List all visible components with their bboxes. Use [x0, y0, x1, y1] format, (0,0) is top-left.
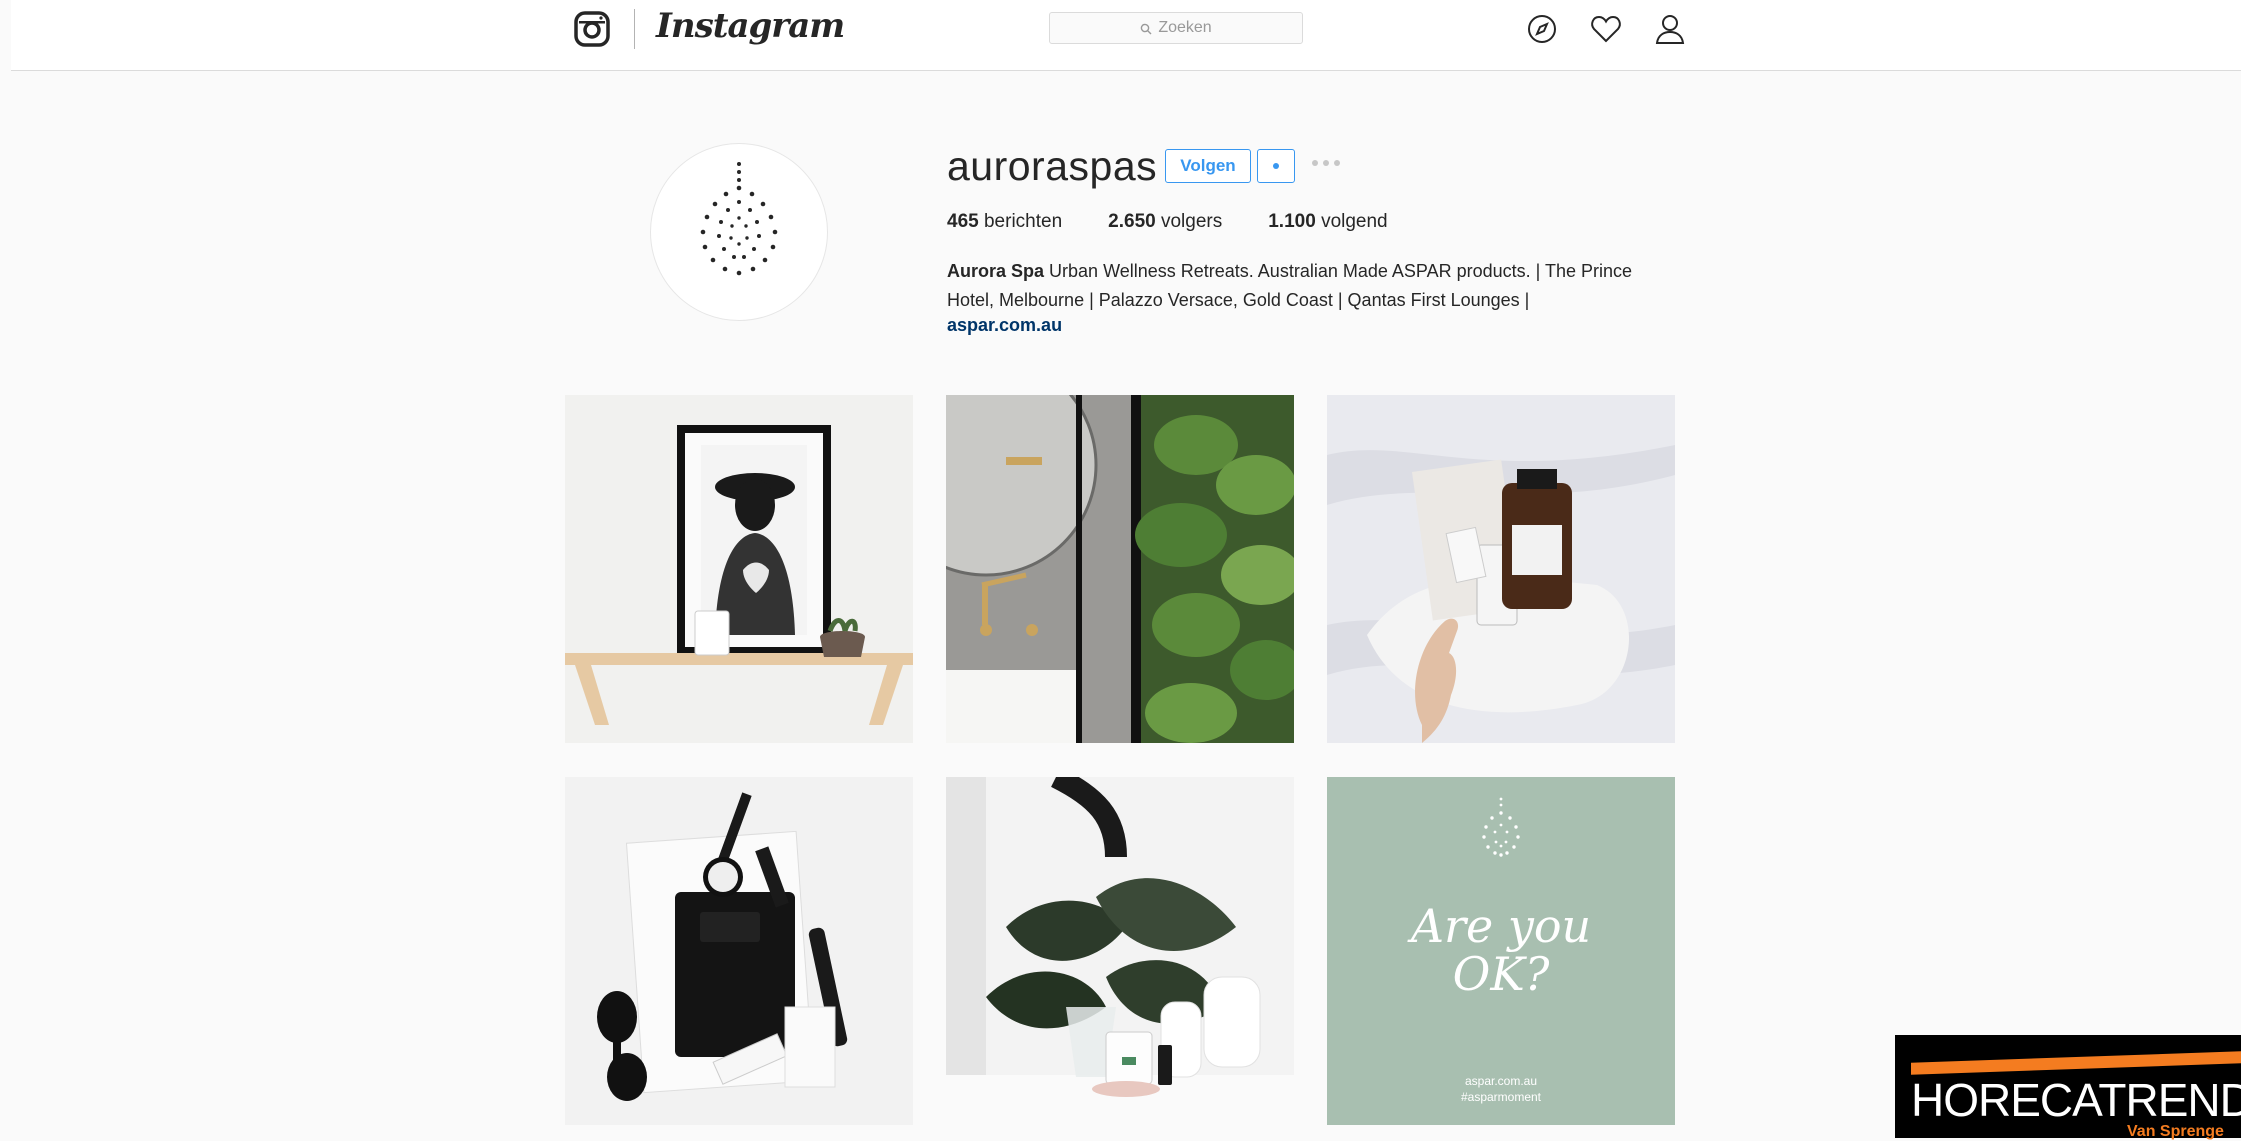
compass-icon[interactable] [1525, 12, 1559, 46]
nav-divider [634, 9, 635, 49]
post-6-hashtag: #asparmoment [1460, 1090, 1542, 1104]
search-icon [1140, 22, 1152, 35]
profile-stats: 465 berichten 2.650 volgers 1.100 volgen… [947, 211, 1434, 233]
post-tile-5[interactable] [946, 777, 1294, 1125]
instagram-wordmark[interactable]: Instagram [656, 6, 845, 46]
post-5-image [946, 777, 1294, 1125]
post-6-headline: Are you OK? [1410, 899, 1592, 1001]
person-icon[interactable] [1653, 12, 1687, 46]
profile-avatar[interactable] [650, 143, 828, 321]
post-4-image [565, 777, 913, 1125]
top-navigation: Instagram Zoeken [11, 0, 2241, 71]
stat-posts: 465 berichten [947, 211, 1063, 232]
nav-icon-group [1525, 12, 1687, 46]
aurora-droplet-logo [700, 162, 778, 276]
post-1-image [565, 395, 913, 743]
suggestions-dropdown-button[interactable] [1257, 149, 1295, 183]
post-tile-4[interactable] [565, 777, 913, 1125]
watermark-subtext: Van Sprenge [2127, 1123, 2224, 1140]
post-3-image [1327, 395, 1675, 743]
stat-followers[interactable]: 2.650 volgers [1108, 211, 1222, 233]
instagram-camera-icon[interactable] [573, 10, 611, 48]
profile-username: auroraspas [947, 143, 1158, 189]
follow-button[interactable]: Volgen [1165, 149, 1251, 183]
watermark-text: HORECATREND [1911, 1074, 2241, 1126]
search-input[interactable]: Zoeken [1049, 12, 1303, 44]
post-tile-2[interactable] [946, 395, 1294, 743]
search-placeholder: Zoeken [1158, 19, 1212, 36]
heart-icon[interactable] [1589, 12, 1623, 46]
watermark-stripe [1911, 1051, 2241, 1075]
post-tile-6[interactable]: Are you OK? aspar.com.au #asparmoment [1327, 777, 1675, 1125]
profile-bio: Aurora Spa Urban Wellness Retreats. Aust… [947, 257, 1647, 315]
bio-text: Urban Wellness Retreats. Australian Made… [947, 261, 1632, 310]
stat-following[interactable]: 1.100 volgend [1268, 211, 1387, 233]
post-tile-1[interactable] [565, 395, 913, 743]
post-2-image [946, 395, 1294, 743]
dropdown-dot-icon [1273, 163, 1279, 169]
more-options-icon[interactable] [1312, 160, 1340, 166]
horecatrend-watermark: HORECATREND Van Sprenge [1895, 1035, 2241, 1140]
post-tile-3[interactable] [1327, 395, 1675, 743]
post-6-link: aspar.com.au [1464, 1074, 1538, 1088]
bio-name: Aurora Spa [947, 261, 1045, 281]
bio-website-link[interactable]: aspar.com.au [947, 315, 1062, 336]
